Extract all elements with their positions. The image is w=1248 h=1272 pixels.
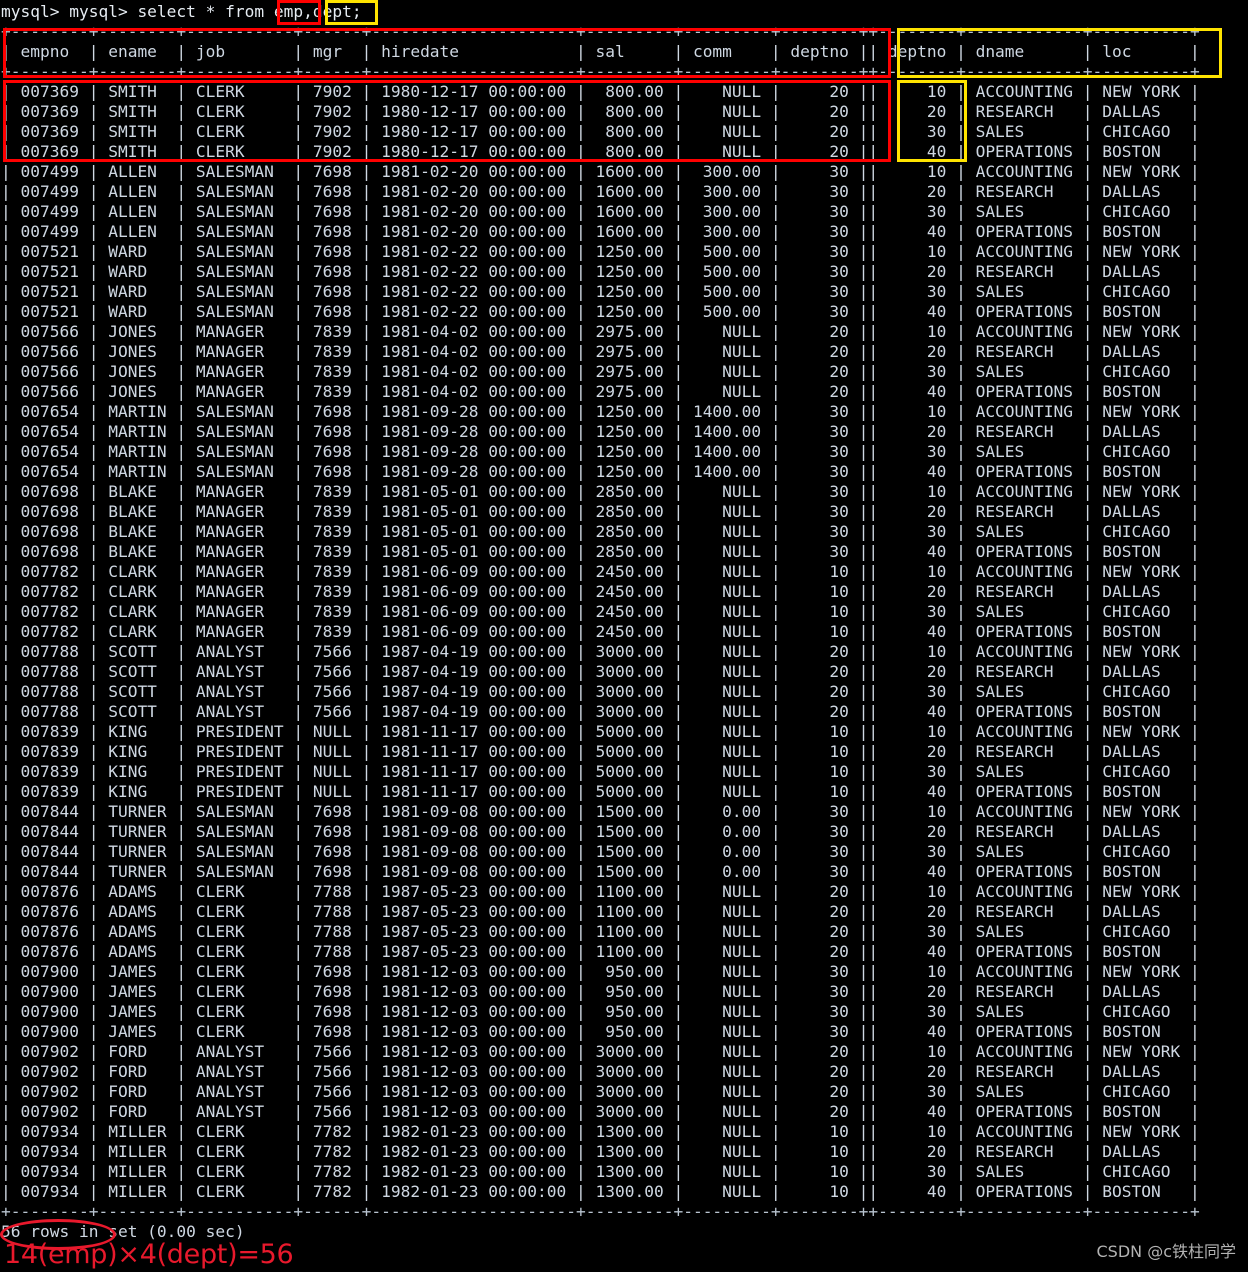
- table-row: | 007499 | ALLEN | SALESMAN | 7698 | 198…: [1, 182, 1200, 201]
- table-row: | 007844 | TURNER | SALESMAN | 7698 | 19…: [1, 862, 1200, 881]
- table-row: | 007499 | ALLEN | SALESMAN | 7698 | 198…: [1, 222, 1200, 241]
- table-row: | 007902 | FORD | ANALYST | 7566 | 1981-…: [1, 1082, 1200, 1101]
- table-row: | 007369 | SMITH | CLERK | 7902 | 1980-1…: [1, 122, 1200, 141]
- table-row: | 007900 | JAMES | CLERK | 7698 | 1981-1…: [1, 1022, 1200, 1041]
- table-header-row: | empno | ename | job | mgr | hiredate |…: [1, 42, 1200, 61]
- watermark: CSDN @c铁柱同学: [1096, 1242, 1236, 1261]
- table-row: | 007900 | JAMES | CLERK | 7698 | 1981-1…: [1, 962, 1200, 981]
- table-row: | 007782 | CLARK | MANAGER | 7839 | 1981…: [1, 622, 1200, 641]
- table-row: | 007698 | BLAKE | MANAGER | 7839 | 1981…: [1, 502, 1200, 521]
- table-row: | 007839 | KING | PRESIDENT | NULL | 198…: [1, 722, 1200, 741]
- table-row: | 007876 | ADAMS | CLERK | 7788 | 1987-0…: [1, 882, 1200, 901]
- table-row: | 007566 | JONES | MANAGER | 7839 | 1981…: [1, 362, 1200, 381]
- table-row: | 007654 | MARTIN | SALESMAN | 7698 | 19…: [1, 442, 1200, 461]
- table-row: | 007844 | TURNER | SALESMAN | 7698 | 19…: [1, 842, 1200, 861]
- table-row: | 007934 | MILLER | CLERK | 7782 | 1982-…: [1, 1182, 1200, 1201]
- table-row: | 007902 | FORD | ANALYST | 7566 | 1981-…: [1, 1042, 1200, 1061]
- table-row: | 007499 | ALLEN | SALESMAN | 7698 | 198…: [1, 162, 1200, 181]
- table-row: | 007782 | CLARK | MANAGER | 7839 | 1981…: [1, 582, 1200, 601]
- table-separator-header: +--------+--------+-----------+------+--…: [1, 62, 1200, 81]
- table-row: | 007876 | ADAMS | CLERK | 7788 | 1987-0…: [1, 902, 1200, 921]
- table-row: | 007788 | SCOTT | ANALYST | 7566 | 1987…: [1, 702, 1200, 721]
- calculation-annotation: 14(emp)×4(dept)=56: [4, 1239, 294, 1270]
- table-row: | 007782 | CLARK | MANAGER | 7839 | 1981…: [1, 562, 1200, 581]
- table-row: | 007839 | KING | PRESIDENT | NULL | 198…: [1, 742, 1200, 761]
- table-row: | 007566 | JONES | MANAGER | 7839 | 1981…: [1, 382, 1200, 401]
- table-row: | 007934 | MILLER | CLERK | 7782 | 1982-…: [1, 1142, 1200, 1161]
- table-row: | 007566 | JONES | MANAGER | 7839 | 1981…: [1, 322, 1200, 341]
- table-row: | 007934 | MILLER | CLERK | 7782 | 1982-…: [1, 1122, 1200, 1141]
- table-row: | 007521 | WARD | SALESMAN | 7698 | 1981…: [1, 262, 1200, 281]
- table-row: | 007521 | WARD | SALESMAN | 7698 | 1981…: [1, 282, 1200, 301]
- table-row: | 007698 | BLAKE | MANAGER | 7839 | 1981…: [1, 522, 1200, 541]
- table-row: | 007698 | BLAKE | MANAGER | 7839 | 1981…: [1, 542, 1200, 561]
- table-row: | 007698 | BLAKE | MANAGER | 7839 | 1981…: [1, 482, 1200, 501]
- table-row: | 007844 | TURNER | SALESMAN | 7698 | 19…: [1, 802, 1200, 821]
- table-row: | 007844 | TURNER | SALESMAN | 7698 | 19…: [1, 822, 1200, 841]
- table-row: | 007782 | CLARK | MANAGER | 7839 | 1981…: [1, 602, 1200, 621]
- table-separator-bottom: +--------+--------+-----------+------+--…: [1, 1202, 1200, 1221]
- terminal-output: mysql> mysql> select * from emp,dept; +--…: [0, 0, 1248, 1272]
- table-row: | 007900 | JAMES | CLERK | 7698 | 1981-1…: [1, 1002, 1200, 1021]
- table-row: | 007369 | SMITH | CLERK | 7902 | 1980-1…: [1, 82, 1200, 101]
- table-row: | 007521 | WARD | SALESMAN | 7698 | 1981…: [1, 302, 1200, 321]
- table-row: | 007876 | ADAMS | CLERK | 7788 | 1987-0…: [1, 922, 1200, 941]
- table-row: | 007566 | JONES | MANAGER | 7839 | 1981…: [1, 342, 1200, 361]
- table-row: | 007654 | MARTIN | SALESMAN | 7698 | 19…: [1, 402, 1200, 421]
- table-row: | 007654 | MARTIN | SALESMAN | 7698 | 19…: [1, 422, 1200, 441]
- table-row: | 007900 | JAMES | CLERK | 7698 | 1981-1…: [1, 982, 1200, 1001]
- table-row: | 007902 | FORD | ANALYST | 7566 | 1981-…: [1, 1102, 1200, 1121]
- table-row: | 007369 | SMITH | CLERK | 7902 | 1980-1…: [1, 102, 1200, 121]
- table-row: | 007876 | ADAMS | CLERK | 7788 | 1987-0…: [1, 942, 1200, 961]
- table-row: | 007521 | WARD | SALESMAN | 7698 | 1981…: [1, 242, 1200, 261]
- table-separator-top: +--------+--------+-----------+------+--…: [1, 22, 1200, 41]
- table-row: | 007788 | SCOTT | ANALYST | 7566 | 1987…: [1, 642, 1200, 661]
- table-row: | 007369 | SMITH | CLERK | 7902 | 1980-1…: [1, 142, 1200, 161]
- query-prompt-line: mysql> mysql> select * from emp,dept;: [1, 2, 362, 21]
- table-row: | 007902 | FORD | ANALYST | 7566 | 1981-…: [1, 1062, 1200, 1081]
- table-row: | 007499 | ALLEN | SALESMAN | 7698 | 198…: [1, 202, 1200, 221]
- table-row: | 007654 | MARTIN | SALESMAN | 7698 | 19…: [1, 462, 1200, 481]
- table-row: | 007788 | SCOTT | ANALYST | 7566 | 1987…: [1, 662, 1200, 681]
- table-row: | 007934 | MILLER | CLERK | 7782 | 1982-…: [1, 1162, 1200, 1181]
- table-row: | 007839 | KING | PRESIDENT | NULL | 198…: [1, 762, 1200, 781]
- table-row: | 007839 | KING | PRESIDENT | NULL | 198…: [1, 782, 1200, 801]
- table-row: | 007788 | SCOTT | ANALYST | 7566 | 1987…: [1, 682, 1200, 701]
